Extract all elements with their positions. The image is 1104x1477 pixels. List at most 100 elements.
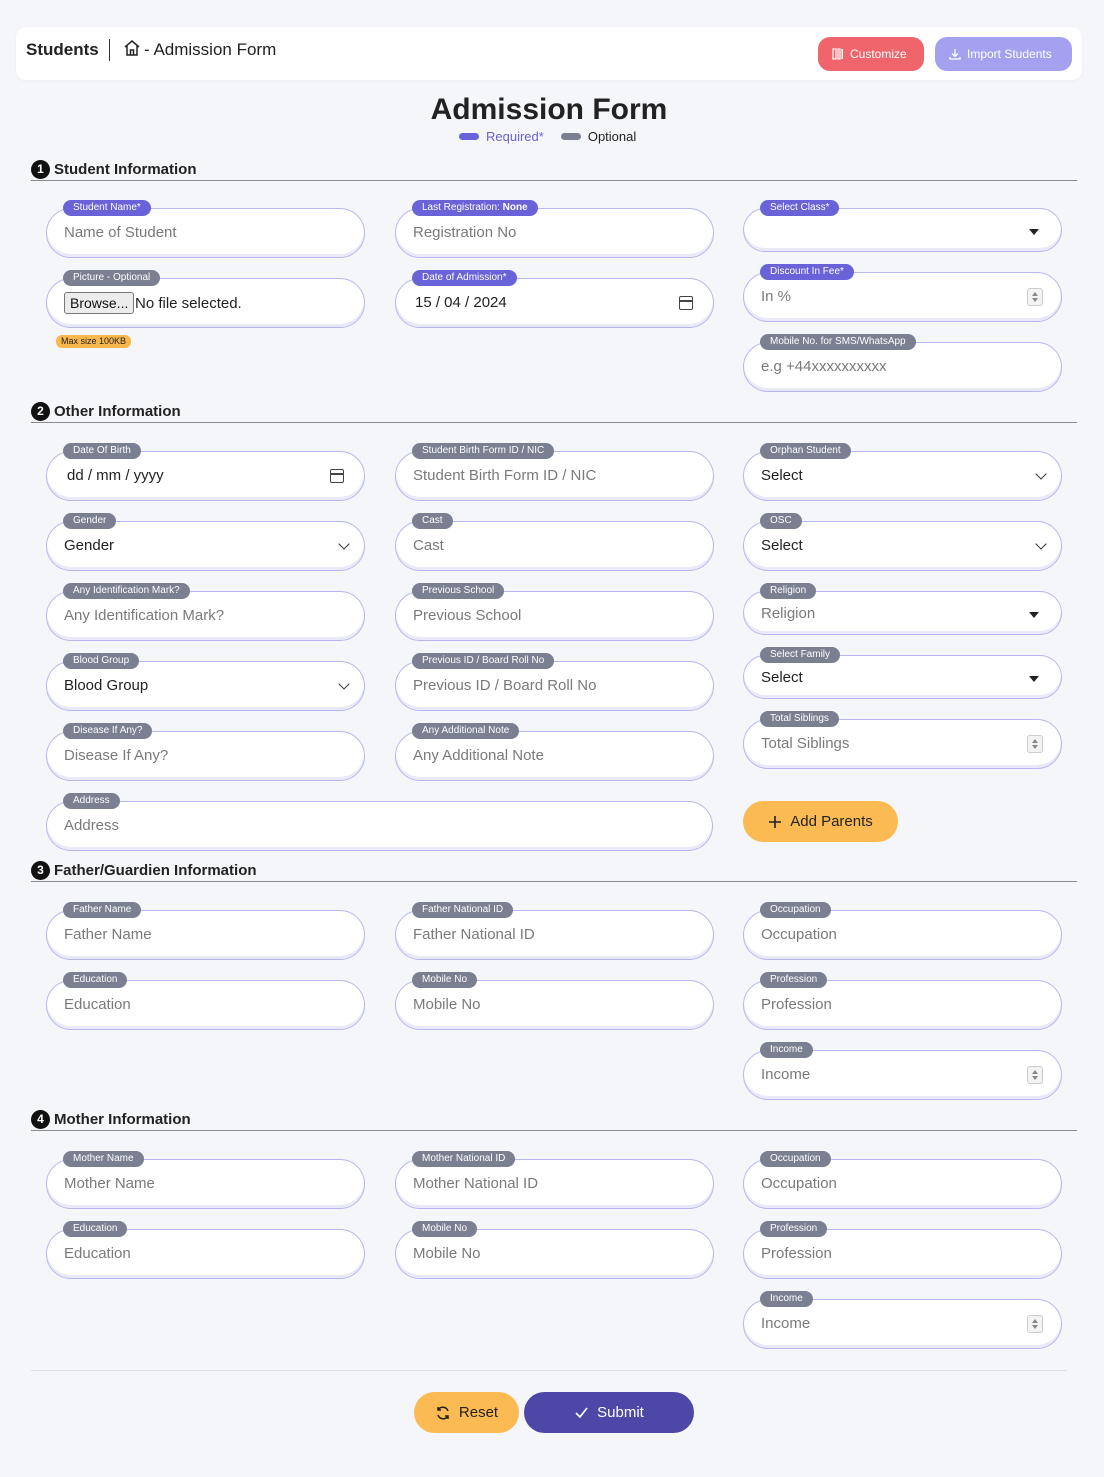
registration-no-field[interactable]: Last Registration: None Registration No [395,200,714,258]
import-students-button[interactable]: Import Students [935,37,1072,71]
add-parents-button[interactable]: Add Parents [743,801,898,842]
previous-roll-no-field[interactable]: Previous ID / Board Roll No Previous ID … [395,653,714,711]
calendar-icon[interactable] [679,296,693,310]
field-label: Mother National ID [412,1151,516,1167]
gender-select[interactable]: Gender Gender [46,513,365,571]
field-label: Mother Name [63,1151,144,1167]
chevron-down-icon [1035,538,1047,550]
caret-down-icon [1029,676,1039,682]
select-class-dropdown[interactable]: Select Class* [743,200,1062,252]
field-placeholder: Mobile No [413,1245,481,1262]
required-legend-label: Required* [486,129,544,144]
number-spinner[interactable] [1027,735,1043,753]
field-label: Any Identification Mark? [63,583,190,599]
field-placeholder: Any Additional Note [413,747,544,764]
field-placeholder: Income [761,1315,811,1332]
address-field[interactable]: Address Address [46,793,713,851]
breadcrumb-divider [109,39,110,61]
optional-legend-swatch [560,133,581,140]
field-label: Picture - Optional [63,270,161,286]
religion-dropdown[interactable]: Religion Religion [743,583,1062,635]
number-spinner[interactable] [1027,288,1043,306]
section-number: 1 [31,160,50,179]
customize-button[interactable]: Customize [818,37,924,71]
reset-button[interactable]: Reset [414,1392,519,1433]
field-placeholder: Mother Name [64,1175,155,1192]
field-label: Income [760,1291,813,1307]
select-family-dropdown[interactable]: Select Family Select [743,647,1062,699]
browse-button[interactable]: Browse... [64,292,135,314]
father-name-field[interactable]: Father Name Father Name [46,902,365,960]
mother-name-field[interactable]: Mother Name Mother Name [46,1151,365,1209]
mother-occupation-field[interactable]: Occupation Occupation [743,1151,1062,1209]
file-status: No file selected. [135,295,242,312]
date-of-birth-field[interactable]: Date Of Birth dd / mm / yyyy [46,443,365,501]
optional-legend-label: Optional [587,129,637,144]
field-label: Select Family [760,647,841,663]
field-placeholder: Registration No [413,224,517,241]
field-label: Date of Admission* [412,270,517,286]
mother-education-field[interactable]: Education Education [46,1221,365,1279]
field-label: Gender [63,513,117,529]
cast-field[interactable]: Cast Cast [395,513,714,571]
field-placeholder: Previous School [413,607,522,624]
field-placeholder: Occupation [761,926,837,943]
father-occupation-field[interactable]: Occupation Occupation [743,902,1062,960]
plus-icon [769,815,782,828]
reset-label: Reset [458,1404,499,1421]
student-name-field[interactable]: Student Name* Name of Student [46,200,365,258]
field-label-text: Last Registration: [422,202,500,213]
field-value: Select [761,669,803,686]
field-label: Orphan Student [760,443,851,459]
field-value: Blood Group [64,677,149,694]
identification-mark-field[interactable]: Any Identification Mark? Any Identificat… [46,583,365,641]
total-siblings-field[interactable]: Total Siblings Total Siblings [743,711,1062,769]
birth-form-id-field[interactable]: Student Birth Form ID / NIC Student Birt… [395,443,714,501]
field-label: Mobile No [412,972,478,988]
sms-mobile-field[interactable]: Mobile No. for SMS/WhatsApp e.g +44xxxxx… [743,334,1062,392]
number-spinner[interactable] [1027,1066,1043,1084]
osc-select[interactable]: OSC Select [743,513,1062,571]
previous-school-field[interactable]: Previous School Previous School [395,583,714,641]
mother-national-id-field[interactable]: Mother National ID Mother National ID [395,1151,714,1209]
section-title: Mother Information [54,1111,191,1128]
submit-button[interactable]: Submit [524,1392,694,1433]
father-education-field[interactable]: Education Education [46,972,365,1030]
mother-mobile-field[interactable]: Mobile No Mobile No [395,1221,714,1279]
section-mother-information: 4 Mother Information [31,1109,1077,1131]
section-title: Other Information [54,403,181,420]
field-value: Select [761,467,803,484]
breadcrumb-root[interactable]: Students [26,40,99,60]
mother-profession-field[interactable]: Profession Profession [743,1221,1062,1279]
form-legend: Required* Optional [459,129,636,144]
father-profession-field[interactable]: Profession Profession [743,972,1062,1030]
columns-icon [832,48,843,60]
picture-upload-field[interactable]: Picture - Optional Browse... No file sel… [46,270,365,328]
admission-date-field[interactable]: Date of Admission* 15 / 04 / 2024 [395,270,714,328]
additional-note-field[interactable]: Any Additional Note Any Additional Note [395,723,714,781]
field-label: Father National ID [412,902,514,918]
field-label: OSC [760,513,802,529]
home-icon[interactable] [123,39,141,57]
father-mobile-field[interactable]: Mobile No Mobile No [395,972,714,1030]
field-value: Gender [64,537,115,554]
field-label: Profession [760,972,828,988]
field-placeholder: Disease If Any? [64,747,169,764]
orphan-student-select[interactable]: Orphan Student Select [743,443,1062,501]
discount-fee-field[interactable]: Discount In Fee* In % [743,264,1062,322]
chevron-down-icon [338,538,350,550]
breadcrumb-current: - Admission Form [144,40,277,59]
field-placeholder: Profession [761,996,832,1013]
field-placeholder: Name of Student [64,224,177,241]
blood-group-select[interactable]: Blood Group Blood Group [46,653,365,711]
number-spinner[interactable] [1027,1315,1043,1333]
disease-field[interactable]: Disease If Any? Disease If Any? [46,723,365,781]
field-label: Cast [412,513,453,529]
father-national-id-field[interactable]: Father National ID Father National ID [395,902,714,960]
top-bar: Students - Admission Form Customize Impo… [16,27,1082,80]
father-income-field[interactable]: Income Income [743,1042,1062,1100]
calendar-icon[interactable] [330,469,344,483]
mother-income-field[interactable]: Income Income [743,1291,1062,1349]
field-label: Last Registration: None [412,200,538,216]
field-label: Mobile No [412,1221,478,1237]
